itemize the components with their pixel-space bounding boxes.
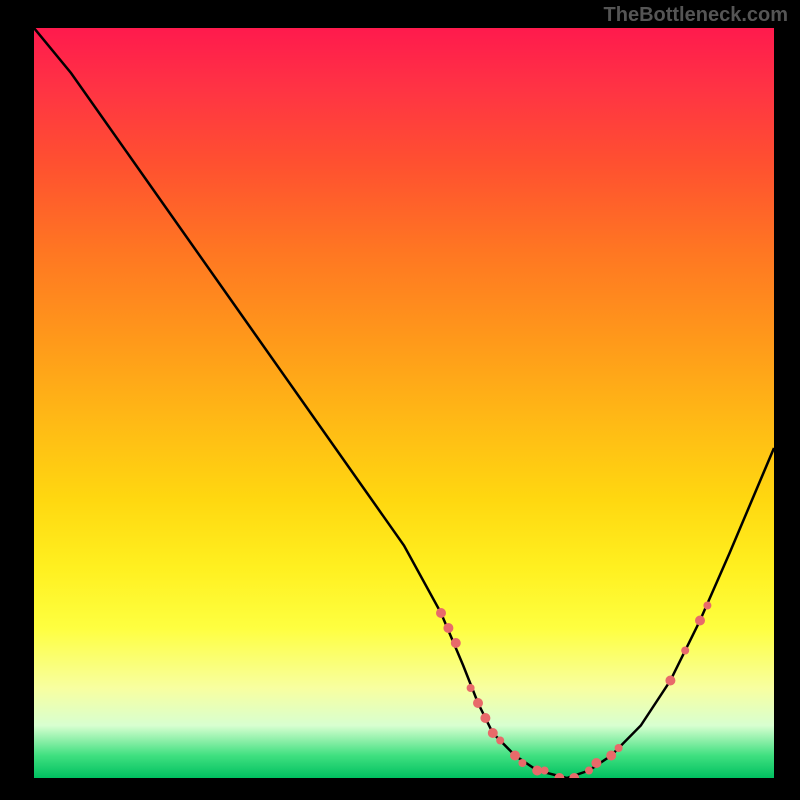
- data-marker: [467, 684, 475, 692]
- data-marker: [518, 759, 526, 767]
- watermark-text: TheBottleneck.com: [604, 4, 788, 27]
- data-marker: [615, 744, 623, 752]
- data-marker: [665, 676, 675, 686]
- data-marker: [488, 728, 498, 738]
- data-marker: [703, 602, 711, 610]
- data-marker: [585, 767, 593, 775]
- chart-svg: [34, 28, 774, 778]
- data-marker: [681, 647, 689, 655]
- data-marker: [496, 737, 504, 745]
- data-marker: [554, 773, 564, 778]
- data-marker: [695, 616, 705, 626]
- data-marker: [606, 751, 616, 761]
- bottleneck-curve: [34, 28, 774, 778]
- data-marker: [451, 638, 461, 648]
- data-marker: [541, 767, 549, 775]
- plot-area: [34, 28, 774, 778]
- marker-group: [436, 602, 711, 779]
- data-marker: [436, 608, 446, 618]
- data-marker: [591, 758, 601, 768]
- data-marker: [443, 623, 453, 633]
- chart-container: TheBottleneck.com: [0, 0, 800, 800]
- data-marker: [510, 751, 520, 761]
- data-marker: [480, 713, 490, 723]
- data-marker: [473, 698, 483, 708]
